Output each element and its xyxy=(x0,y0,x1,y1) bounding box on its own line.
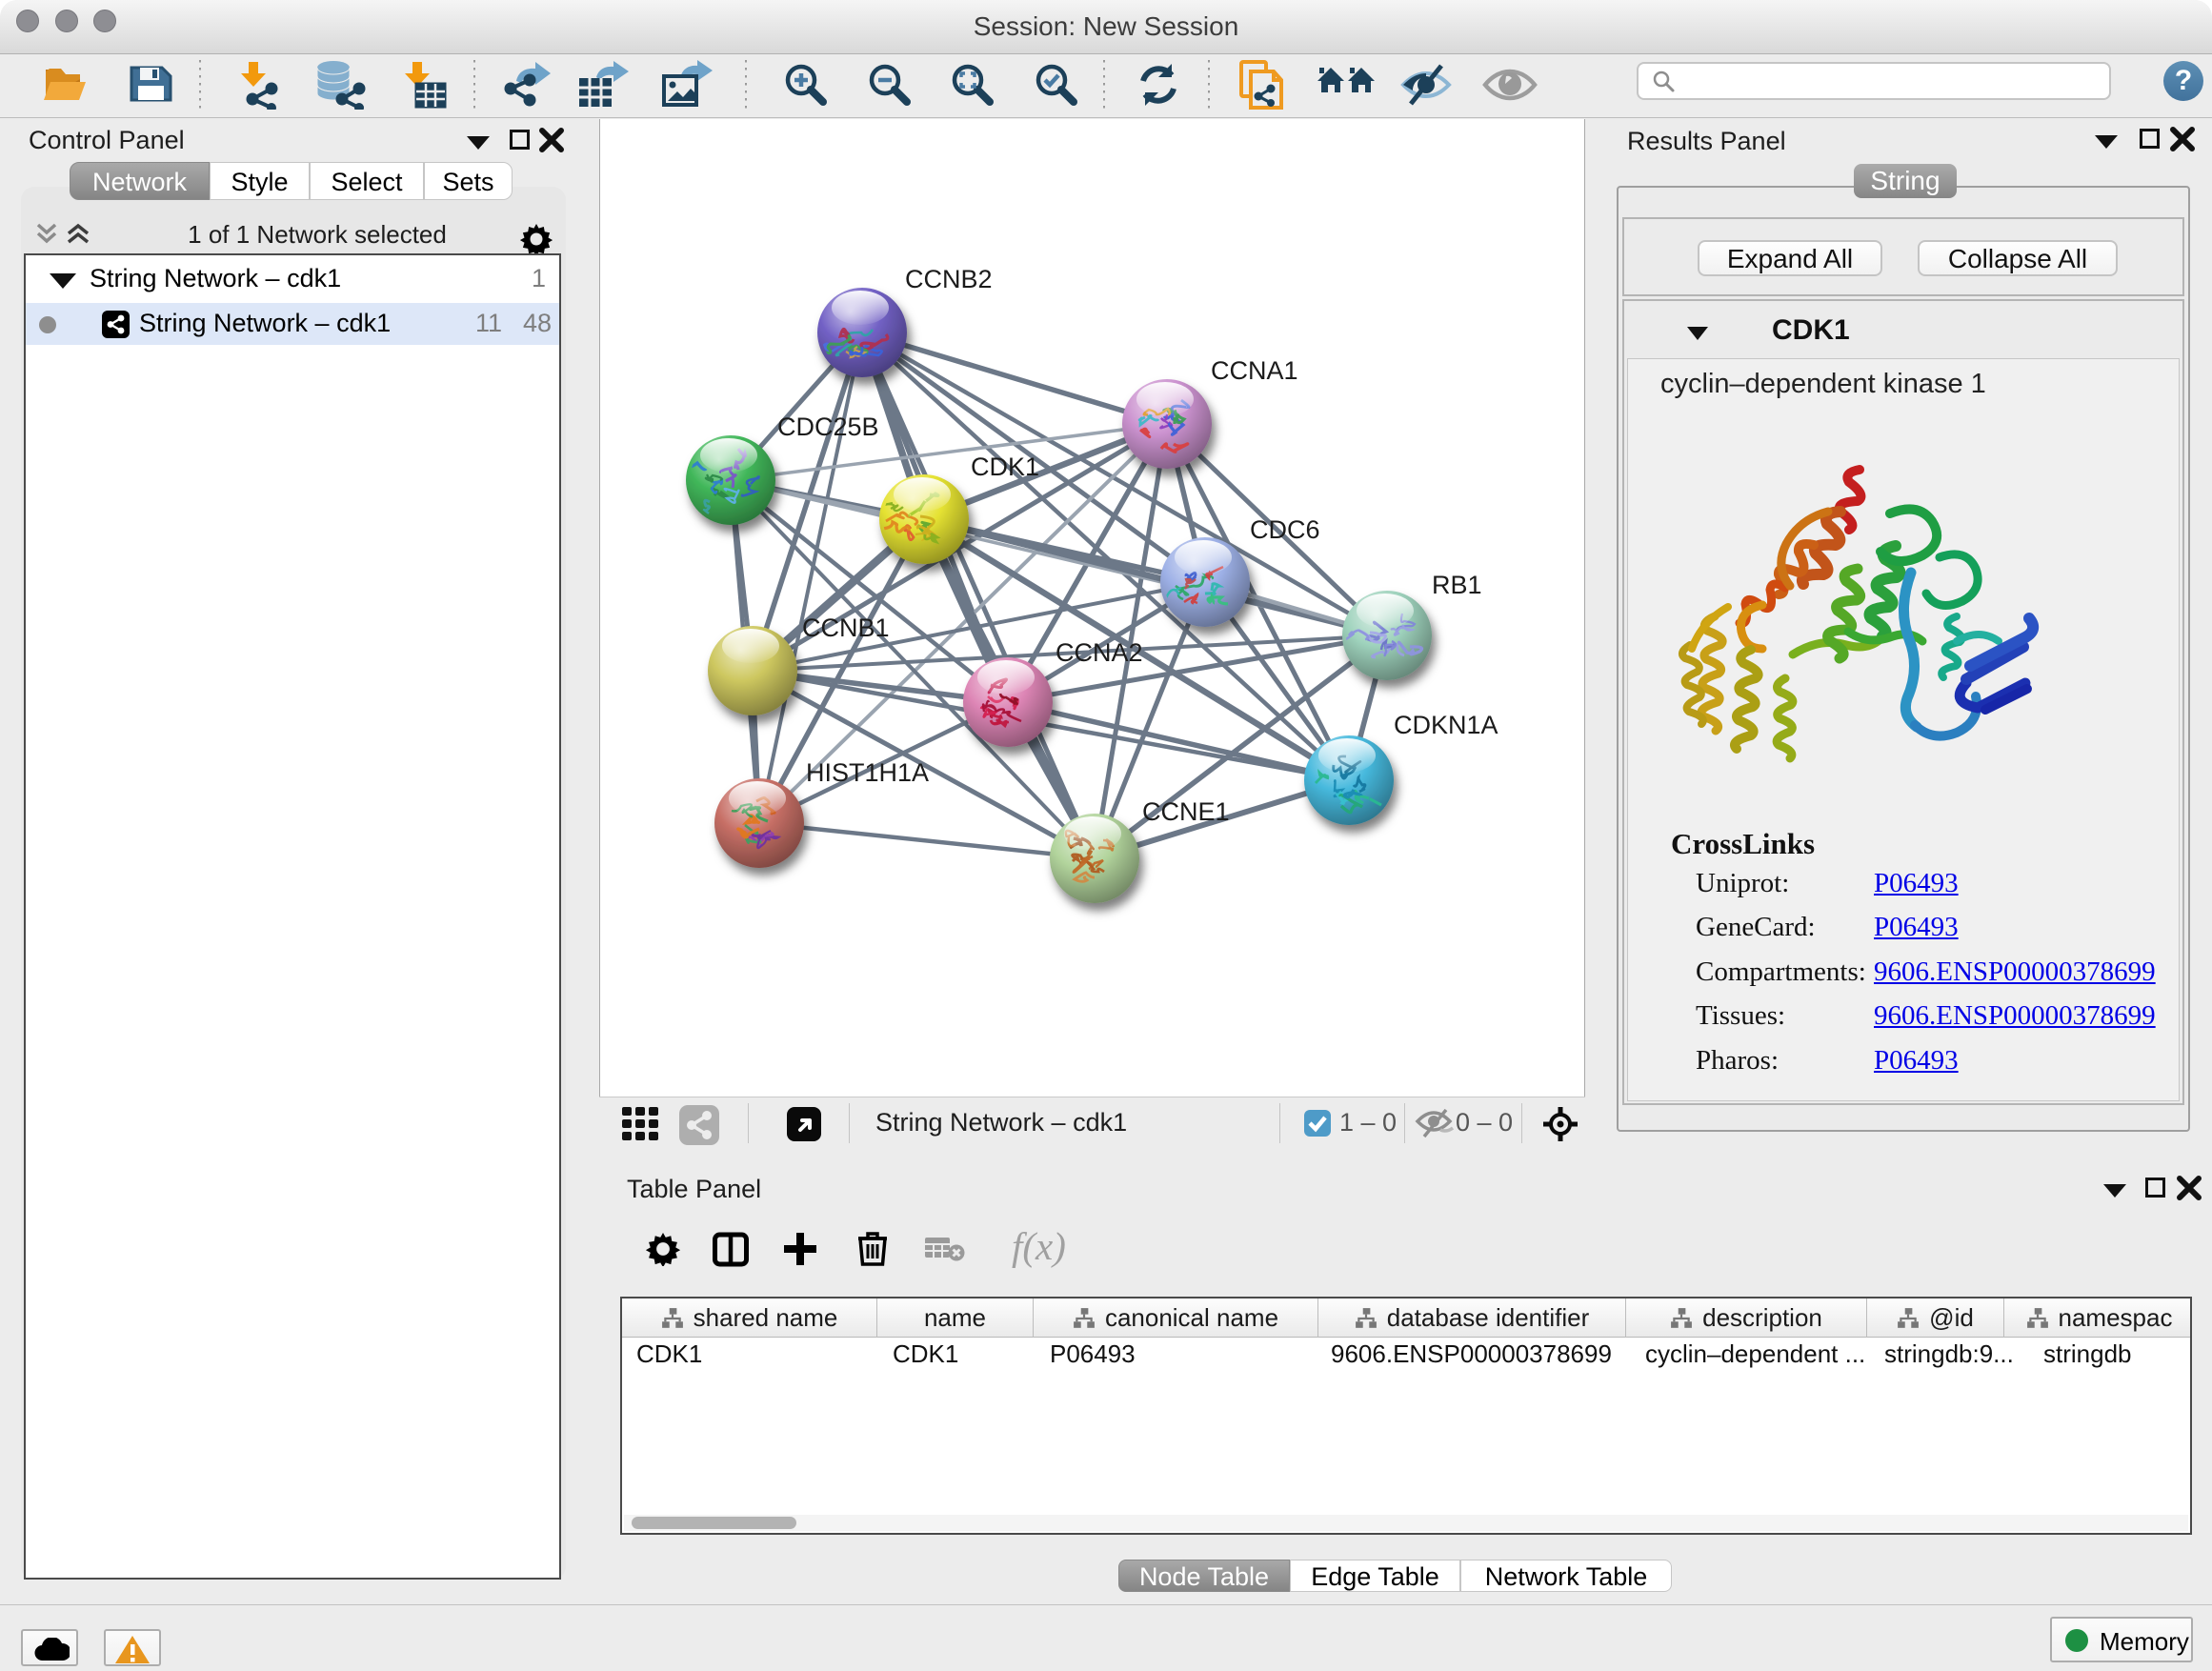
svg-text:HIST1H1A: HIST1H1A xyxy=(806,758,929,787)
svg-text:CDC6: CDC6 xyxy=(1250,515,1320,544)
svg-text:CDKN1A: CDKN1A xyxy=(1394,711,1498,739)
svg-text:CCNE1: CCNE1 xyxy=(1142,797,1230,826)
svg-text:CDK1: CDK1 xyxy=(971,453,1039,481)
svg-text:CCNB2: CCNB2 xyxy=(905,265,993,293)
svg-text:CCNA1: CCNA1 xyxy=(1211,356,1298,385)
svg-text:RB1: RB1 xyxy=(1432,571,1482,599)
svg-text:CCNB1: CCNB1 xyxy=(802,614,890,642)
svg-text:CCNA2: CCNA2 xyxy=(1056,638,1143,667)
svg-text:CDC25B: CDC25B xyxy=(777,413,879,441)
